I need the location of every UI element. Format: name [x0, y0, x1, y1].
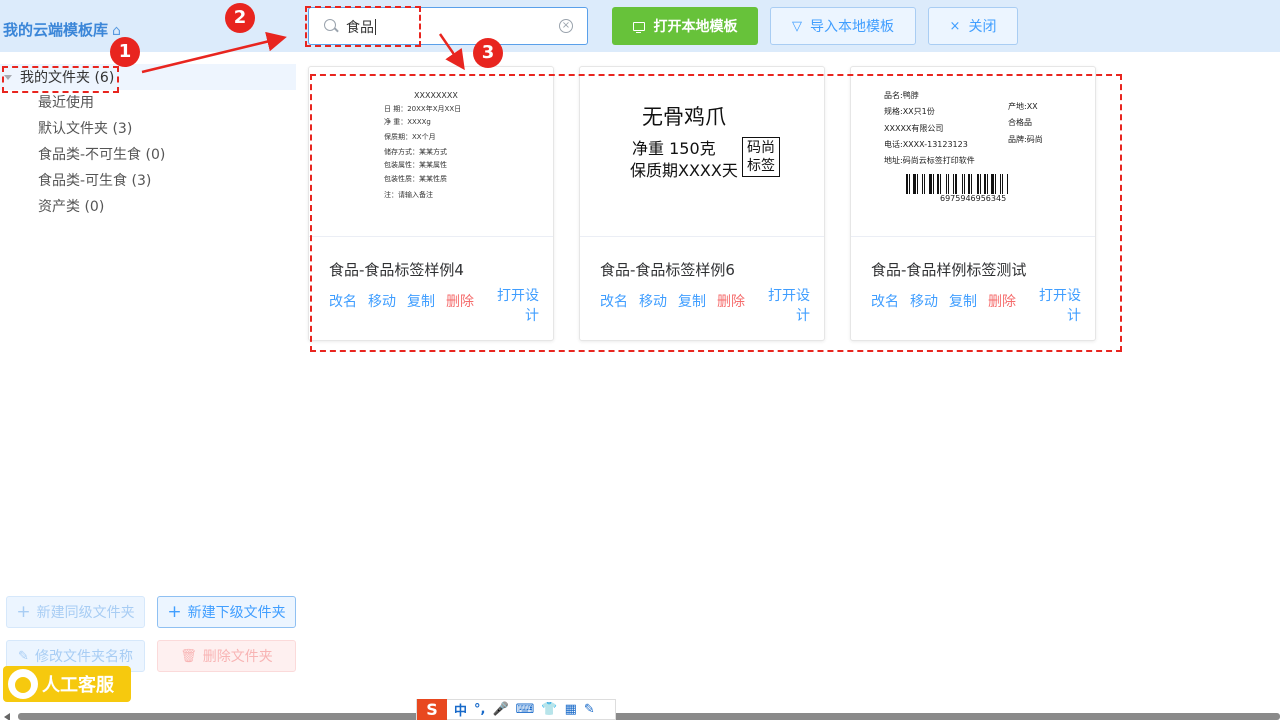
annotation-arrows [141, 31, 465, 74]
horizontal-scrollbar[interactable] [18, 713, 1280, 720]
ime-toolbar: S 中 °, 🎤 ⌨ 👕 ▦ ✎ [416, 699, 616, 720]
grid-icon[interactable]: ▦ [565, 702, 577, 717]
shirt-icon[interactable]: 👕 [541, 702, 557, 717]
tools-icon[interactable]: ✎ [584, 702, 595, 717]
sogou-logo-icon[interactable]: S [417, 699, 447, 720]
microphone-icon[interactable]: 🎤 [492, 702, 508, 717]
scroll-left-icon[interactable] [4, 713, 10, 720]
step-badge-2: 2 [225, 3, 255, 33]
step-badge-1: 1 [110, 37, 140, 67]
arrow-1-to-2 [141, 31, 287, 74]
step-badge-3: 3 [473, 38, 503, 68]
ime-punctuation[interactable]: °, [474, 702, 485, 717]
keyboard-icon[interactable]: ⌨ [516, 702, 535, 717]
ime-mode[interactable]: 中 [454, 700, 467, 719]
arrow-2-to-3 [438, 33, 465, 71]
